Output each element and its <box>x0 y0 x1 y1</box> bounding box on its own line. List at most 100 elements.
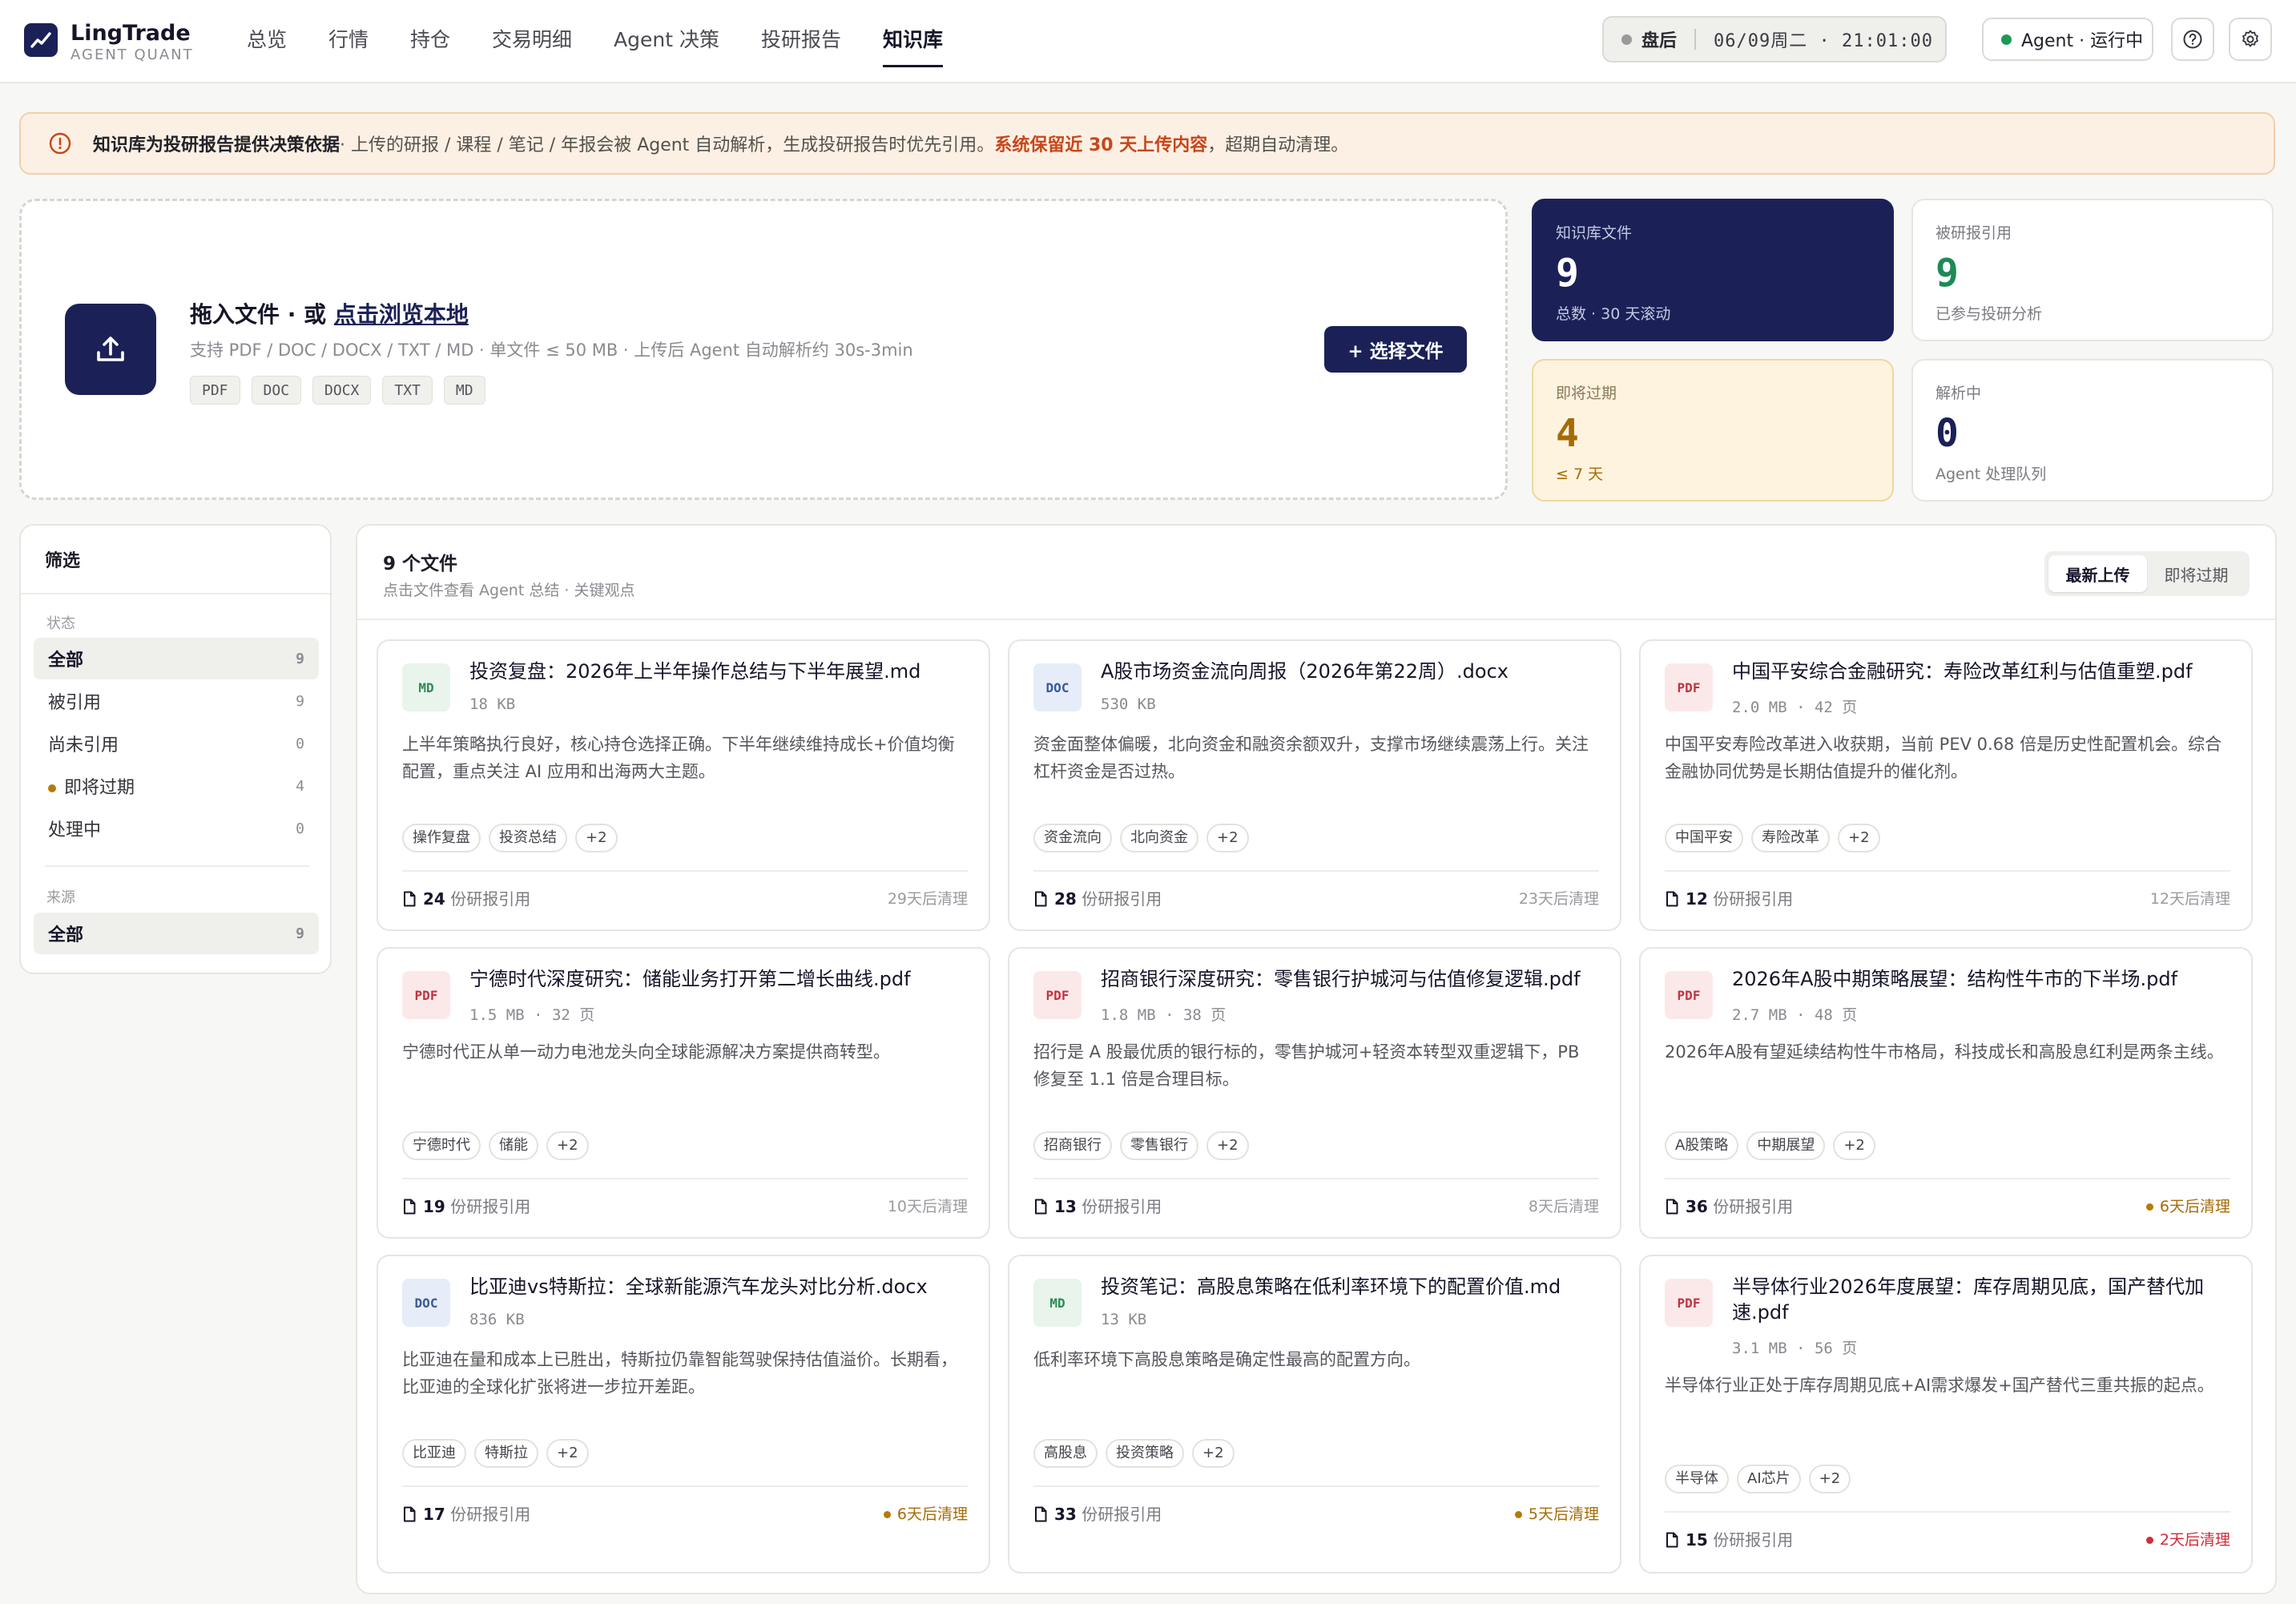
filter-item-count: 9 <box>296 692 304 710</box>
nav-market[interactable]: 行情 <box>308 0 389 83</box>
tag-chip[interactable]: 资金流向 <box>1033 824 1112 852</box>
tag-chip[interactable]: 特斯拉 <box>474 1439 538 1468</box>
divider <box>402 870 968 872</box>
file-summary: 上半年策略执行良好，核心持仓选择正确。下半年继续维持成长+价值均衡配置，重点关注… <box>402 735 955 781</box>
card-footer: 15 份研报引用 2天后清理 <box>1665 1527 2230 1550</box>
upload-dropzone[interactable]: 拖入文件 · 或 点击浏览本地 支持 PDF / DOC / DOCX / TX… <box>19 199 1508 500</box>
tag-list: 比亚迪 特斯拉 +2 <box>402 1439 589 1468</box>
file-card[interactable]: PDF 招商银行深度研究：零售银行护城河与估值修复逻辑.pdf 1.8 MB · 3… <box>1008 947 1621 1239</box>
browse-local-link[interactable]: 点击浏览本地 <box>334 301 469 328</box>
stat-value: 4 <box>1556 411 1579 456</box>
tag-chip[interactable]: 中期展望 <box>1746 1131 1826 1160</box>
file-name[interactable]: 中国平安综合金融研究：寿险改革红利与估值重塑.pdf <box>1732 659 2229 684</box>
file-card[interactable]: PDF 宁德时代深度研究：储能业务打开第二增长曲线.pdf 1.5 MB · 32 … <box>377 947 990 1239</box>
file-type-icon: PDF <box>1665 1279 1713 1327</box>
file-summary: 半导体行业正处于库存周期见底+AI需求爆发+国产替代三重共振的起点。 <box>1665 1376 2214 1395</box>
sort-expiring-button[interactable]: 即将过期 <box>2147 555 2246 592</box>
tag-chip[interactable]: 北向资金 <box>1120 824 1198 852</box>
stat-expiring: 即将过期 4 ≤ 7 天 <box>1532 359 1894 502</box>
help-button[interactable] <box>2171 18 2214 61</box>
file-name[interactable]: 半导体行业2026年度展望：库存周期见底，国产替代加速.pdf <box>1732 1274 2229 1325</box>
tag-chip[interactable]: A股策略 <box>1665 1131 1739 1160</box>
nav-trades[interactable]: 交易明细 <box>471 0 593 83</box>
filter-status-processing[interactable]: 处理中 0 <box>34 808 319 849</box>
file-card[interactable]: PDF 2026年A股中期策略展望：结构性牛市的下半场.pdf 2.7 MB · 4… <box>1639 947 2253 1239</box>
nav-positions[interactable]: 持仓 <box>389 0 471 83</box>
tag-chip[interactable]: 零售银行 <box>1120 1131 1198 1160</box>
file-name[interactable]: 2026年A股中期策略展望：结构性牛市的下半场.pdf <box>1732 966 2229 992</box>
file-card[interactable]: DOC 比亚迪vs特斯拉：全球新能源汽车龙头对比分析.docx 836 KB 比亚迪在… <box>377 1255 990 1574</box>
nav-knowledge-base[interactable]: 知识库 <box>862 0 964 83</box>
filter-item-count: 0 <box>296 735 304 752</box>
file-meta: 13 KB <box>1101 1311 1147 1328</box>
file-icon <box>404 891 416 907</box>
file-name[interactable]: 招商银行深度研究：零售银行护城河与估值修复逻辑.pdf <box>1101 966 1597 992</box>
trend-line-icon[interactable] <box>24 23 58 57</box>
tag-chip[interactable]: 投资策略 <box>1106 1439 1184 1468</box>
settings-button[interactable] <box>2229 18 2272 61</box>
tag-chip[interactable]: +2 <box>1206 824 1249 852</box>
filter-status-uncited[interactable]: 尚未引用 0 <box>34 723 319 764</box>
tag-chip[interactable]: +2 <box>575 824 618 852</box>
tag-chip[interactable]: 高股息 <box>1033 1439 1098 1468</box>
tag-chip[interactable]: 招商银行 <box>1033 1131 1112 1160</box>
nav-research-reports[interactable]: 投研报告 <box>740 0 862 83</box>
file-card[interactable]: MD 投资复盘：2026年上半年操作总结与下半年展望.md 18 KB 上半年策略执行… <box>377 639 990 931</box>
file-icon <box>1035 1199 1047 1215</box>
filter-status-all[interactable]: 全部 9 <box>34 638 319 679</box>
file-name[interactable]: 宁德时代深度研究：储能业务打开第二增长曲线.pdf <box>469 966 966 992</box>
file-card[interactable]: PDF 半导体行业2026年度展望：库存周期见底，国产替代加速.pdf 3.1 MB… <box>1639 1255 2253 1574</box>
tag-chip[interactable]: 储能 <box>489 1131 538 1160</box>
citation-number: 36 <box>1686 1197 1708 1216</box>
file-card[interactable]: PDF 中国平安综合金融研究：寿险改革红利与估值重塑.pdf 2.0 MB · 42… <box>1639 639 2253 931</box>
tag-chip[interactable]: 宁德时代 <box>402 1131 481 1160</box>
file-meta: 836 KB <box>469 1311 525 1328</box>
stat-label: 即将过期 <box>1556 385 1617 402</box>
file-card[interactable]: MD 投资笔记：高股息策略在低利率环境下的配置价值.md 13 KB 低利率环境下高股… <box>1008 1255 1621 1574</box>
stat-value: 0 <box>1935 411 1959 456</box>
stat-label: 解析中 <box>1935 385 1982 402</box>
file-meta: 1.8 MB · 38 页 <box>1101 1006 1227 1024</box>
filter-source-all[interactable]: 全部 9 <box>34 913 319 954</box>
tag-chip[interactable]: +2 <box>546 1131 589 1160</box>
tag-chip[interactable]: +2 <box>1206 1131 1249 1160</box>
tag-chip[interactable]: +2 <box>1833 1131 1875 1160</box>
tag-chip[interactable]: +2 <box>1192 1439 1235 1468</box>
tag-chip[interactable]: 投资总结 <box>489 824 567 852</box>
stat-knowledge-files: 知识库文件 9 总数 · 30 天滚动 <box>1532 199 1894 341</box>
filter-status-cited[interactable]: 被引用 9 <box>34 680 319 722</box>
tag-chip[interactable]: 半导体 <box>1665 1465 1729 1493</box>
expire-dot <box>883 1511 891 1518</box>
gear-icon <box>2242 30 2258 47</box>
file-meta: 3.1 MB · 56 页 <box>1732 1340 1858 1357</box>
stat-value: 9 <box>1556 251 1579 296</box>
file-type-icon: MD <box>1033 1279 1082 1327</box>
file-card[interactable]: DOC A股市场资金流向周报（2026年第22周）.docx 530 KB 资金面整体… <box>1008 639 1621 931</box>
tag-chip[interactable]: +2 <box>1838 824 1880 852</box>
file-count-title: 9 个文件 <box>383 554 458 574</box>
tag-chip[interactable]: AI芯片 <box>1737 1465 1801 1493</box>
file-name[interactable]: 比亚迪vs特斯拉：全球新能源汽车龙头对比分析.docx <box>469 1274 966 1300</box>
tag-chip[interactable]: 操作复盘 <box>402 824 481 852</box>
nav-overview[interactable]: 总览 <box>226 0 308 83</box>
brand-name[interactable]: LingTrade <box>70 21 191 46</box>
file-summary: 资金面整体偏暖，北向资金和融资余额双升，支撑市场继续震荡上行。关注杠杆资金是否过… <box>1033 735 1589 781</box>
choose-file-button[interactable]: + 选择文件 <box>1324 326 1467 373</box>
file-name[interactable]: 投资复盘：2026年上半年操作总结与下半年展望.md <box>469 659 966 684</box>
filter-status-expiring[interactable]: 即将过期 4 <box>34 765 319 807</box>
file-type-icon: PDF <box>1665 663 1713 711</box>
tag-chip[interactable]: +2 <box>546 1439 589 1468</box>
sort-latest-button[interactable]: 最新上传 <box>2048 555 2147 592</box>
file-name[interactable]: A股市场资金流向周报（2026年第22周）.docx <box>1101 659 1597 684</box>
tag-chip[interactable]: 中国平安 <box>1665 824 1743 852</box>
format-badge: DOCX <box>312 376 372 405</box>
file-name[interactable]: 投资笔记：高股息策略在低利率环境下的配置价值.md <box>1101 1274 1597 1300</box>
agent-status-button[interactable]: Agent · 运行中 <box>1982 18 2153 61</box>
nav-agent-decisions[interactable]: Agent 决策 <box>593 0 740 83</box>
tag-chip[interactable]: 寿险改革 <box>1751 824 1830 852</box>
citation-label: 份研报引用 <box>1076 1505 1162 1524</box>
expire-label: 2天后清理 <box>2145 1528 2230 1550</box>
divider <box>1033 870 1599 872</box>
tag-chip[interactable]: +2 <box>1808 1465 1851 1493</box>
tag-chip[interactable]: 比亚迪 <box>402 1439 466 1468</box>
